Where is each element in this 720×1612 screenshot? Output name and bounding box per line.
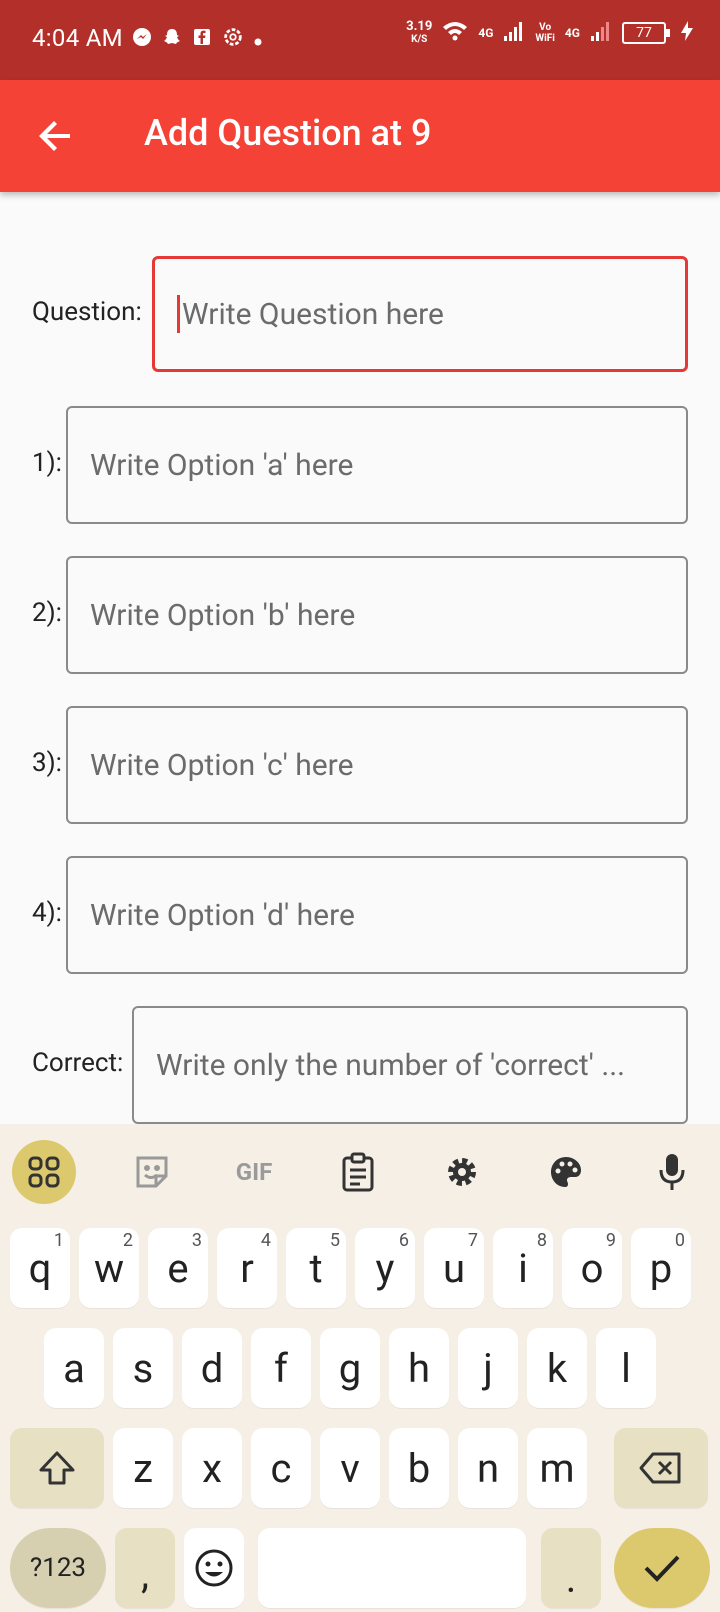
- key-k[interactable]: k: [527, 1328, 587, 1408]
- back-arrow-icon[interactable]: [36, 116, 76, 156]
- signal-icon-2: [590, 20, 612, 46]
- network-speed: 3.19 K/S: [406, 19, 433, 45]
- status-time: 4:04 AM: [32, 24, 123, 52]
- enter-key[interactable]: [614, 1528, 710, 1608]
- correct-label: Correct:: [32, 1048, 124, 1078]
- app-bar: Add Question at 9: [0, 80, 720, 192]
- key-c[interactable]: c: [251, 1428, 311, 1508]
- key-m[interactable]: m: [527, 1428, 587, 1508]
- key-a[interactable]: a: [44, 1328, 104, 1408]
- status-bar: 4:04 AM 3.19 K/S 4G Vo WiFi 4G 77: [0, 0, 720, 80]
- comma-key[interactable]: ,: [115, 1528, 175, 1608]
- wifi-icon: [442, 20, 468, 46]
- snapchat-icon: [162, 27, 182, 50]
- correct-answer-input[interactable]: Write only the number of 'correct' ...: [132, 1006, 688, 1124]
- charging-icon: [680, 20, 694, 46]
- correct-answer-placeholder: Write only the number of 'correct' ...: [156, 1047, 626, 1083]
- emoji-key[interactable]: [184, 1528, 244, 1608]
- key-l[interactable]: l: [596, 1328, 656, 1408]
- network-type-2: 4G: [564, 26, 580, 40]
- option-3-input[interactable]: Write Option 'c' here: [66, 706, 688, 824]
- soft-keyboard: GIF q1 w2 e3 r4 t5 y6 u7 i8 o9 p0 a s d …: [0, 1124, 720, 1612]
- page-title: Add Question at 9: [144, 112, 432, 154]
- option-1-label: 1):: [32, 448, 62, 478]
- space-key[interactable]: [258, 1528, 526, 1608]
- keyboard-toolbar: GIF: [0, 1124, 720, 1220]
- key-d[interactable]: d: [182, 1328, 242, 1408]
- option-1-placeholder: Write Option 'a' here: [90, 447, 354, 483]
- key-w[interactable]: w2: [79, 1228, 139, 1308]
- settings-gear-icon[interactable]: [430, 1140, 494, 1204]
- key-s[interactable]: s: [113, 1328, 173, 1408]
- question-label: Question:: [32, 297, 142, 327]
- option-2-input[interactable]: Write Option 'b' here: [66, 556, 688, 674]
- option-4-placeholder: Write Option 'd' here: [90, 897, 355, 933]
- battery-indicator: 77: [622, 22, 670, 44]
- option-2-label: 2):: [32, 598, 62, 628]
- key-g[interactable]: g: [320, 1328, 380, 1408]
- more-notifications-dot: [254, 29, 262, 49]
- messenger-icon: [132, 27, 152, 50]
- option-4-input[interactable]: Write Option 'd' here: [66, 856, 688, 974]
- backspace-key[interactable]: [614, 1428, 708, 1508]
- option-3-placeholder: Write Option 'c' here: [90, 747, 354, 783]
- key-b[interactable]: b: [389, 1428, 449, 1508]
- key-v[interactable]: v: [320, 1428, 380, 1508]
- key-i[interactable]: i8: [493, 1228, 553, 1308]
- key-x[interactable]: x: [182, 1428, 242, 1508]
- facebook-icon: [192, 27, 212, 50]
- backspace-icon: [639, 1452, 681, 1484]
- sticker-icon[interactable]: [120, 1140, 184, 1204]
- apps-grid-icon[interactable]: [12, 1140, 76, 1204]
- checkmark-icon: [644, 1555, 680, 1582]
- question-placeholder: Write Question here: [182, 296, 444, 332]
- theme-palette-icon[interactable]: [534, 1140, 598, 1204]
- option-4-label: 4):: [32, 898, 62, 928]
- volte-wifi-label: Vo WiFi: [535, 22, 555, 44]
- option-3-label: 3):: [32, 748, 62, 778]
- key-f[interactable]: f: [251, 1328, 311, 1408]
- key-y[interactable]: y6: [355, 1228, 415, 1308]
- signal-icon: [503, 20, 525, 46]
- period-key[interactable]: .: [541, 1528, 601, 1608]
- shift-key[interactable]: [10, 1428, 104, 1508]
- settings-notification-icon: [222, 26, 244, 51]
- shift-arrow-icon: [39, 1451, 75, 1485]
- key-r[interactable]: r4: [217, 1228, 277, 1308]
- key-o[interactable]: o9: [562, 1228, 622, 1308]
- key-z[interactable]: z: [113, 1428, 173, 1508]
- key-h[interactable]: h: [389, 1328, 449, 1408]
- key-j[interactable]: j: [458, 1328, 518, 1408]
- key-t[interactable]: t5: [286, 1228, 346, 1308]
- option-2-placeholder: Write Option 'b' here: [90, 597, 356, 633]
- clipboard-icon[interactable]: [326, 1140, 390, 1204]
- text-cursor: [177, 295, 180, 333]
- emoji-icon: [195, 1549, 233, 1587]
- key-q[interactable]: q1: [10, 1228, 70, 1308]
- symbols-key[interactable]: ?123: [10, 1528, 106, 1608]
- key-p[interactable]: p0: [631, 1228, 691, 1308]
- key-n[interactable]: n: [458, 1428, 518, 1508]
- microphone-icon[interactable]: [640, 1140, 704, 1204]
- option-1-input[interactable]: Write Option 'a' here: [66, 406, 688, 524]
- key-u[interactable]: u7: [424, 1228, 484, 1308]
- gif-button[interactable]: GIF: [222, 1140, 286, 1204]
- network-type-1: 4G: [478, 26, 494, 40]
- key-e[interactable]: e3: [148, 1228, 208, 1308]
- question-input[interactable]: Write Question here: [152, 256, 688, 372]
